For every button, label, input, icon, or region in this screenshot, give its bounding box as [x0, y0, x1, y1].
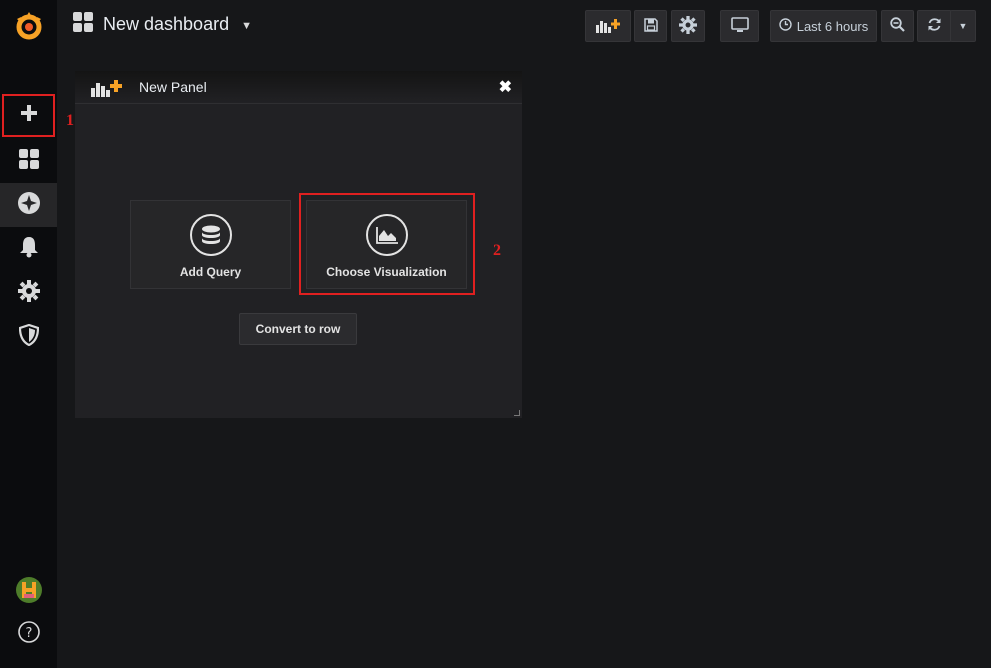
save-dashboard-button[interactable] — [634, 10, 667, 42]
caret-down-icon: ▼ — [958, 21, 968, 31]
zoom-out-button[interactable] — [881, 10, 914, 42]
zoom-out-icon — [890, 17, 905, 35]
explore-icon — [17, 191, 41, 220]
refresh-button[interactable] — [917, 10, 952, 42]
add-panel-icon — [595, 17, 621, 36]
add-query-button[interactable]: Add Query — [130, 200, 291, 289]
panel-header: New Panel ✖ — [75, 71, 522, 104]
choose-visualization-highlight-box — [299, 193, 475, 295]
dashboards-icon — [18, 148, 40, 175]
database-icon — [189, 214, 232, 256]
refresh-interval-dropdown[interactable]: ▼ — [950, 10, 976, 42]
bell-icon — [19, 236, 39, 263]
close-icon[interactable]: ✖ — [499, 77, 512, 97]
time-picker-button[interactable]: Last 6 hours — [770, 10, 877, 42]
grafana-logo-icon[interactable] — [0, 4, 57, 48]
admin-nav-button[interactable] — [0, 315, 57, 359]
alerting-nav-button[interactable] — [0, 227, 57, 271]
resize-handle[interactable] — [514, 410, 520, 416]
help-icon: ? — [17, 620, 40, 648]
annotation-2: 2 — [493, 242, 501, 259]
dashboards-nav-button[interactable] — [0, 139, 57, 183]
dashboard-title: New dashboard — [103, 14, 230, 34]
time-range-label: Last 6 hours — [796, 18, 869, 34]
svg-text:?: ? — [25, 626, 32, 641]
gear-icon — [17, 279, 40, 307]
explore-nav-button[interactable] — [0, 183, 57, 227]
refresh-icon — [927, 17, 942, 35]
monitor-icon — [730, 16, 749, 36]
dashboard-title-picker[interactable]: New dashboard ▼ — [73, 12, 252, 37]
help-button[interactable]: ? — [0, 612, 57, 656]
annotation-1: 1 — [66, 112, 74, 129]
clock-icon — [779, 18, 792, 34]
dashboards-icon — [73, 12, 93, 37]
top-navbar: New dashboard ▼ Last 6 hours ▼ — [57, 0, 991, 52]
plus-highlight-box — [2, 94, 55, 137]
avatar[interactable] — [0, 568, 57, 612]
add-panel-icon — [90, 79, 124, 102]
dashboard-settings-button[interactable] — [671, 10, 705, 42]
configuration-nav-button[interactable] — [0, 271, 57, 315]
add-query-label: Add Query — [179, 265, 242, 279]
save-icon — [643, 17, 658, 35]
shield-icon — [18, 323, 39, 351]
cycle-view-mode-button[interactable] — [720, 10, 759, 42]
convert-to-row-button[interactable]: Convert to row — [239, 313, 357, 345]
caret-down-icon: ▼ — [241, 20, 252, 32]
panel-title: New Panel — [139, 79, 207, 95]
add-panel-button[interactable] — [585, 10, 631, 42]
gear-icon — [679, 15, 697, 37]
